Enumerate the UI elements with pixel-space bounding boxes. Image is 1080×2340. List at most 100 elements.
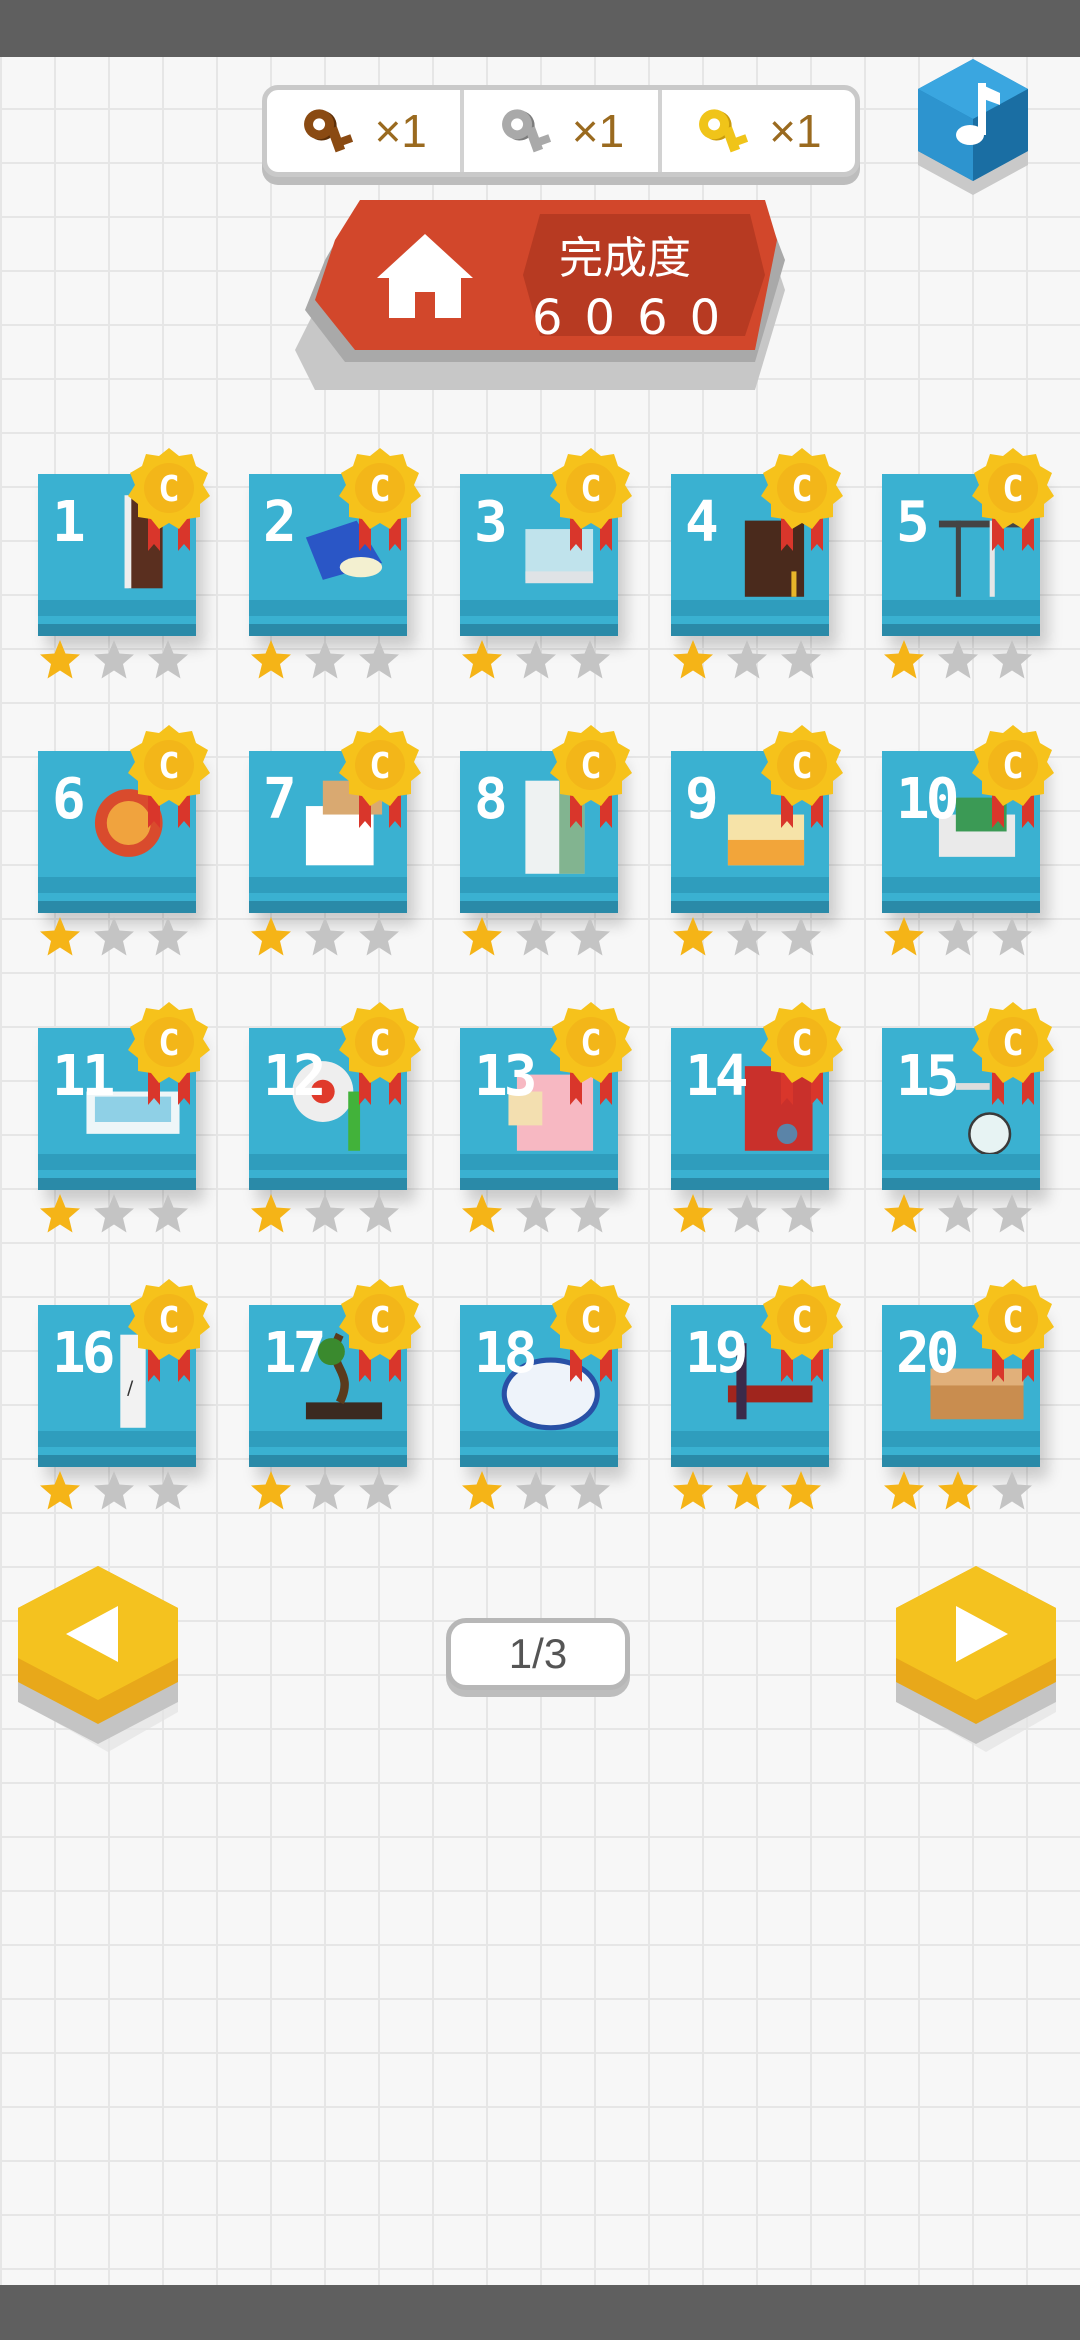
key-slot-silver: ×1 [460, 90, 657, 172]
level-13-button[interactable]: 13 C [460, 1000, 632, 1233]
level-7-button[interactable]: 7C [249, 723, 421, 956]
page-indicator: 1/3 [446, 1618, 630, 1690]
level-number: 2 [263, 490, 297, 555]
star-icon [992, 917, 1032, 956]
medal-grade: C [158, 469, 180, 510]
star-icon [305, 1194, 345, 1233]
level-number: 20 [896, 1321, 959, 1386]
system-nav-bar [0, 2285, 1080, 2340]
star-icon [359, 640, 399, 679]
level-15-button[interactable]: 15 C [882, 1000, 1054, 1233]
medal-grade: C [791, 746, 813, 787]
star-icon [673, 917, 713, 956]
level-stars [460, 1192, 620, 1236]
medal-grade: C [580, 1023, 602, 1064]
medal-badge-icon: C [550, 725, 632, 828]
level-number: 19 [685, 1321, 748, 1386]
level-1-button[interactable]: 1C [38, 446, 210, 679]
medal-badge-icon: C [972, 1002, 1054, 1105]
medal-grade: C [580, 1300, 602, 1341]
medal-grade: C [158, 1023, 180, 1064]
bronze-key-icon [304, 109, 354, 153]
medal-grade: C [1002, 1023, 1024, 1064]
star-icon [305, 917, 345, 956]
level-number: 18 [474, 1321, 537, 1386]
star-icon [673, 640, 713, 679]
medal-badge-icon: C [128, 1279, 210, 1382]
level-stars [882, 915, 1042, 959]
level-10-button[interactable]: 10 C [882, 723, 1054, 956]
level-18-button[interactable]: 18 C [460, 1277, 632, 1510]
level-stars [882, 638, 1042, 682]
star-icon [516, 917, 556, 956]
medal-badge-icon: C [128, 1002, 210, 1105]
gold-key-icon [699, 109, 749, 153]
star-icon [359, 1471, 399, 1510]
level-12-button[interactable]: 12 C [249, 1000, 421, 1233]
next-page-button[interactable] [896, 1562, 1066, 1752]
status-bar [0, 0, 1080, 57]
level-number: 17 [263, 1321, 326, 1386]
star-icon [727, 1194, 767, 1233]
star-icon [148, 917, 188, 956]
star-icon [992, 1471, 1032, 1510]
silver-key-icon [501, 109, 551, 153]
level-11-button[interactable]: 11 C [38, 1000, 210, 1233]
completion-value: 6060 [532, 290, 743, 346]
key-counter-bar: ×1 ×1 ×1 [262, 85, 860, 177]
star-icon [462, 917, 502, 956]
medal-badge-icon: C [761, 725, 843, 828]
level-stars [882, 1469, 1042, 1513]
medal-grade: C [1002, 1300, 1024, 1341]
star-icon [781, 1471, 821, 1510]
medal-grade: C [158, 746, 180, 787]
star-icon [781, 640, 821, 679]
star-icon [516, 1194, 556, 1233]
medal-badge-icon: C [550, 448, 632, 551]
star-icon [992, 640, 1032, 679]
previous-page-button[interactable] [18, 1562, 188, 1752]
level-stars [249, 1469, 409, 1513]
level-stars [460, 1469, 620, 1513]
star-icon [94, 640, 134, 679]
medal-grade: C [580, 469, 602, 510]
level-3-button[interactable]: 3C [460, 446, 632, 679]
level-4-button[interactable]: 4C [671, 446, 843, 679]
level-number: 14 [685, 1044, 748, 1109]
medal-grade: C [580, 746, 602, 787]
level-5-button[interactable]: 5C [882, 446, 1054, 679]
level-number: 1 [52, 490, 86, 555]
medal-badge-icon: C [761, 1279, 843, 1382]
star-icon [251, 640, 291, 679]
star-icon [570, 1471, 610, 1510]
medal-grade: C [791, 1300, 813, 1341]
star-icon [462, 1471, 502, 1510]
star-icon [94, 917, 134, 956]
level-number: 15 [896, 1044, 959, 1109]
star-icon [94, 1471, 134, 1510]
medal-badge-icon: C [972, 725, 1054, 828]
star-icon [992, 1194, 1032, 1233]
medal-grade: C [791, 469, 813, 510]
star-icon [673, 1194, 713, 1233]
star-icon [727, 917, 767, 956]
level-17-button[interactable]: 17 C [249, 1277, 421, 1510]
medal-grade: C [1002, 469, 1024, 510]
level-stars [671, 638, 831, 682]
level-19-button[interactable]: 19 C [671, 1277, 843, 1510]
level-14-button[interactable]: 14 C [671, 1000, 843, 1233]
level-8-button[interactable]: 8C [460, 723, 632, 956]
star-icon [148, 1194, 188, 1233]
star-icon [251, 1194, 291, 1233]
level-number: 8 [474, 767, 508, 832]
star-icon [938, 917, 978, 956]
level-number: 9 [685, 767, 719, 832]
level-number: 5 [896, 490, 930, 555]
level-9-button[interactable]: 9C [671, 723, 843, 956]
level-6-button[interactable]: 6C [38, 723, 210, 956]
level-20-button[interactable]: 20 C [882, 1277, 1054, 1510]
level-16-button[interactable]: /16 C [38, 1277, 210, 1510]
star-icon [938, 640, 978, 679]
music-toggle-button[interactable] [908, 55, 1038, 205]
level-2-button[interactable]: 2C [249, 446, 421, 679]
